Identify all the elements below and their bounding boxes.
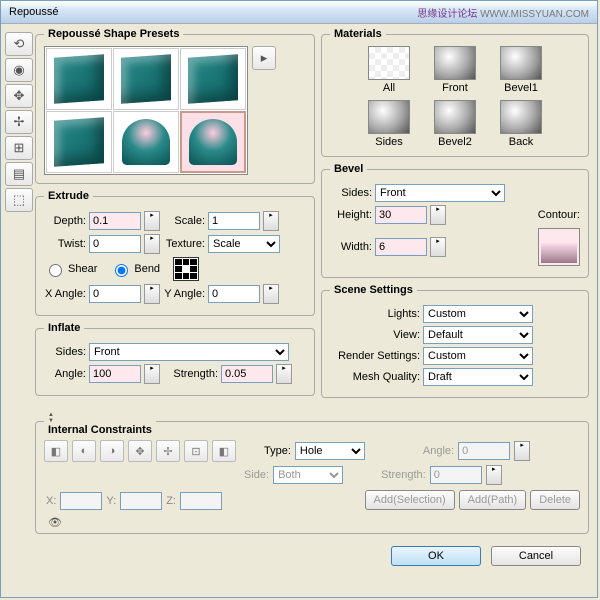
ic-type-select[interactable]: Hole xyxy=(295,442,365,460)
preset-3[interactable] xyxy=(180,48,246,110)
left-toolbar: ⟲ ◉ ✥ ✢ ⊞ ▤ ⬚ xyxy=(5,28,35,596)
scene-settings-group: Scene Settings Lights:Custom View:Defaul… xyxy=(321,284,589,398)
rotate-icon[interactable]: ⟲ xyxy=(5,32,33,56)
bevel-width-input[interactable] xyxy=(375,238,427,256)
xangle-spinner[interactable]: ▸ xyxy=(144,284,160,304)
bevel-group: Bevel Sides: Front Height: ▸ Contour: xyxy=(321,163,589,278)
measure-icon[interactable]: ▤ xyxy=(5,162,33,186)
preset-2[interactable] xyxy=(113,48,179,110)
xangle-input[interactable] xyxy=(89,285,141,303)
delete-button[interactable]: Delete xyxy=(530,490,580,510)
shape-presets-group: Repoussé Shape Presets ▸ xyxy=(35,28,315,184)
pan-icon[interactable]: ✥ xyxy=(5,84,33,108)
ic-tool-4[interactable]: ✥ xyxy=(128,440,152,462)
shear-radio[interactable]: Shear xyxy=(44,261,97,277)
orbit-icon[interactable]: ◉ xyxy=(5,58,33,82)
twist-spinner[interactable]: ▸ xyxy=(144,234,160,254)
ic-tool-2[interactable]: ◐ xyxy=(72,440,96,462)
eye-icon[interactable]: 👁 xyxy=(48,516,580,529)
ic-tool-1[interactable]: ◧ xyxy=(44,440,68,462)
depth-spinner[interactable]: ▸ xyxy=(144,211,160,231)
ic-x xyxy=(60,492,102,510)
titlebar[interactable]: Repoussé 思缘设计论坛 WWW.MISSYUAN.COM xyxy=(1,1,597,24)
bevel-height-spinner[interactable]: ▸ xyxy=(430,205,446,225)
view-select[interactable]: Default xyxy=(423,326,533,344)
window-title: Repoussé xyxy=(9,6,59,18)
scale-spinner[interactable]: ▸ xyxy=(263,211,279,231)
material-all[interactable]: All xyxy=(361,46,417,94)
material-bevel1[interactable]: Bevel1 xyxy=(493,46,549,94)
inflate-angle-input[interactable] xyxy=(89,365,141,383)
inflate-strength-input[interactable] xyxy=(221,365,273,383)
depth-input[interactable] xyxy=(89,212,141,230)
bevel-sides-select[interactable]: Front xyxy=(375,184,505,202)
extrude-group: Extrude Depth: ▸ Scale: ▸ Twist: xyxy=(35,190,315,316)
cube-icon[interactable]: ⬚ xyxy=(5,188,33,212)
inflate-group: Inflate Sides: Front Angle: ▸ Strength: … xyxy=(35,322,315,396)
mesh-select[interactable]: Draft xyxy=(423,368,533,386)
preset-5[interactable] xyxy=(113,111,179,173)
scale-3d-icon[interactable]: ⊞ xyxy=(5,136,33,160)
ic-tool-5[interactable]: ✢ xyxy=(156,440,180,462)
twist-input[interactable] xyxy=(89,235,141,253)
add-path-button[interactable]: Add(Path) xyxy=(459,490,527,510)
bevel-width-spinner[interactable]: ▸ xyxy=(430,237,446,257)
bend-radio[interactable]: Bend xyxy=(110,261,160,277)
ic-tool-7[interactable]: ◧ xyxy=(212,440,236,462)
ic-y xyxy=(120,492,162,510)
material-bevel2[interactable]: Bevel2 xyxy=(427,100,483,148)
internal-constraints-group: ▲▼ Internal Constraints ◧ ◐ ◑ ✥ ✢ ⊡ ◧ Ty… xyxy=(35,406,589,534)
inflate-strength-spinner[interactable]: ▸ xyxy=(276,364,292,384)
preset-1[interactable] xyxy=(46,48,112,110)
preset-grid xyxy=(44,46,248,175)
texture-select[interactable]: Scale xyxy=(208,235,280,253)
yangle-spinner[interactable]: ▸ xyxy=(263,284,279,304)
yangle-input[interactable] xyxy=(208,285,260,303)
ok-button[interactable]: OK xyxy=(391,546,481,566)
ic-z xyxy=(180,492,222,510)
ic-side-select: Both xyxy=(273,466,343,484)
contour-picker[interactable] xyxy=(538,228,580,266)
preset-6[interactable] xyxy=(180,111,246,173)
scale-input[interactable] xyxy=(208,212,260,230)
material-front[interactable]: Front xyxy=(427,46,483,94)
bevel-height-input[interactable] xyxy=(375,206,427,224)
move-3d-icon[interactable]: ✢ xyxy=(5,110,33,134)
preset-flyout-icon[interactable]: ▸ xyxy=(252,46,276,70)
origin-grid-icon[interactable] xyxy=(173,257,199,281)
repousse-dialog: Repoussé 思缘设计论坛 WWW.MISSYUAN.COM ⟲ ◉ ✥ ✢… xyxy=(0,0,598,598)
materials-group: Materials All Front Bevel1 Sides Bevel2 … xyxy=(321,28,589,157)
add-selection-button[interactable]: Add(Selection) xyxy=(365,490,455,510)
inflate-sides-select[interactable]: Front xyxy=(89,343,289,361)
inflate-angle-spinner[interactable]: ▸ xyxy=(144,364,160,384)
preset-4[interactable] xyxy=(46,111,112,173)
ic-angle-input xyxy=(458,442,510,460)
render-select[interactable]: Custom xyxy=(423,347,533,365)
ic-tool-3[interactable]: ◑ xyxy=(100,440,124,462)
lights-select[interactable]: Custom xyxy=(423,305,533,323)
cancel-button[interactable]: Cancel xyxy=(491,546,581,566)
material-sides[interactable]: Sides xyxy=(361,100,417,148)
material-back[interactable]: Back xyxy=(493,100,549,148)
ic-tool-6[interactable]: ⊡ xyxy=(184,440,208,462)
ic-strength-input xyxy=(430,466,482,484)
